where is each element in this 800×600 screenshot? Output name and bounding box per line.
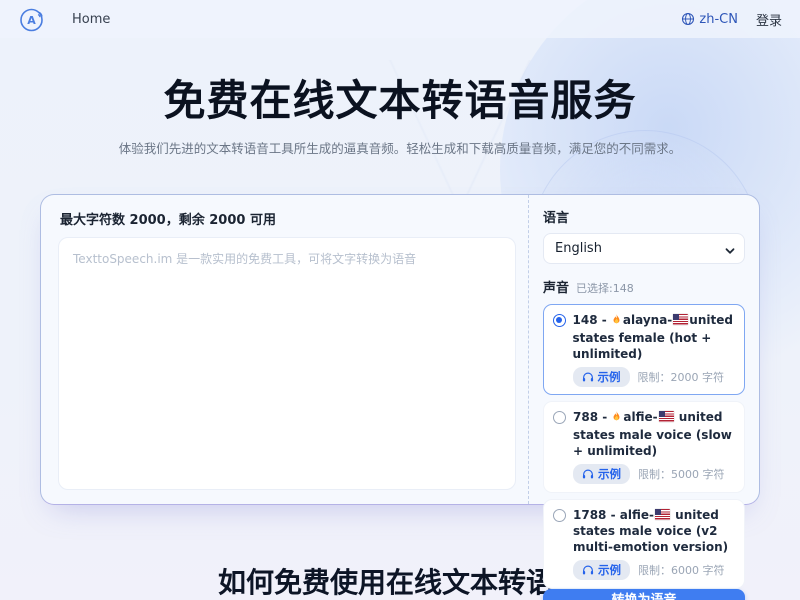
us-flag-icon	[655, 509, 670, 520]
sample-play-button[interactable]: 示例	[573, 560, 630, 580]
headphones-icon	[582, 371, 594, 383]
voice-radio[interactable]	[553, 509, 566, 522]
app-logo-icon[interactable]: A	[18, 5, 46, 33]
globe-icon	[681, 12, 695, 26]
voice-option-label: 788 - alfie- united states male voice (s…	[573, 409, 735, 459]
voice-field-label: 声音	[543, 277, 569, 296]
voice-option-label: 1788 - alfie- united states male voice (…	[573, 507, 735, 555]
voice-list: 148 - alayna-united states female (hot +…	[543, 304, 745, 589]
sample-play-button[interactable]: 示例	[573, 367, 630, 387]
language-switcher[interactable]: zh-CN	[681, 12, 738, 27]
text-input[interactable]	[58, 237, 516, 490]
us-flag-icon	[673, 314, 688, 325]
hero-section: 免费在线文本转语音服务 体验我们先进的文本转语音工具所生成的逼真音频。轻松生成和…	[0, 78, 800, 157]
tts-panel: 最大字符数 2000，剩余 2000 可用 语言 English 声音 已选择:…	[40, 194, 760, 505]
voice-option[interactable]: 788 - alfie- united states male voice (s…	[543, 401, 745, 493]
sample-label: 示例	[598, 562, 621, 578]
voice-option[interactable]: 1788 - alfie- united states male voice (…	[543, 499, 745, 589]
voice-selected-count: 已选择:148	[576, 280, 634, 296]
nav-home-link[interactable]: Home	[72, 12, 110, 27]
svg-text:A: A	[27, 14, 36, 27]
text-editor-pane: 最大字符数 2000，剩余 2000 可用	[41, 195, 528, 504]
fire-icon	[611, 410, 622, 427]
char-count-info: 最大字符数 2000，剩余 2000 可用	[60, 209, 516, 228]
voice-limit-label: 限制：5000 字符	[638, 466, 725, 482]
page-title: 免费在线文本转语音服务	[0, 78, 800, 124]
sample-play-button[interactable]: 示例	[573, 464, 630, 484]
voice-settings-pane: 语言 English 声音 已选择:148 148 - alayna-unite…	[528, 195, 759, 504]
voice-option-label: 148 - alayna-united states female (hot +…	[573, 312, 736, 362]
voice-limit-label: 限制：2000 字符	[638, 369, 725, 385]
language-switcher-label: zh-CN	[699, 12, 738, 27]
voice-radio[interactable]	[553, 314, 566, 327]
voice-limit-label: 限制：6000 字符	[638, 562, 725, 578]
headphones-icon	[582, 468, 594, 480]
login-link[interactable]: 登录	[756, 10, 782, 29]
convert-button[interactable]: 转换为语音	[543, 589, 745, 600]
sample-label: 示例	[598, 466, 621, 482]
headphones-icon	[582, 564, 594, 576]
voice-radio[interactable]	[553, 411, 566, 424]
top-navbar: A Home zh-CN 登录	[0, 0, 800, 38]
sample-label: 示例	[598, 369, 621, 385]
us-flag-icon	[659, 411, 674, 422]
page-subtitle: 体验我们先进的文本转语音工具所生成的逼真音频。轻松生成和下载高质量音频，满足您的…	[0, 138, 800, 157]
voice-option[interactable]: 148 - alayna-united states female (hot +…	[543, 304, 745, 395]
language-select[interactable]: English	[543, 233, 745, 264]
language-field-label: 语言	[543, 207, 745, 226]
fire-icon	[611, 313, 622, 330]
